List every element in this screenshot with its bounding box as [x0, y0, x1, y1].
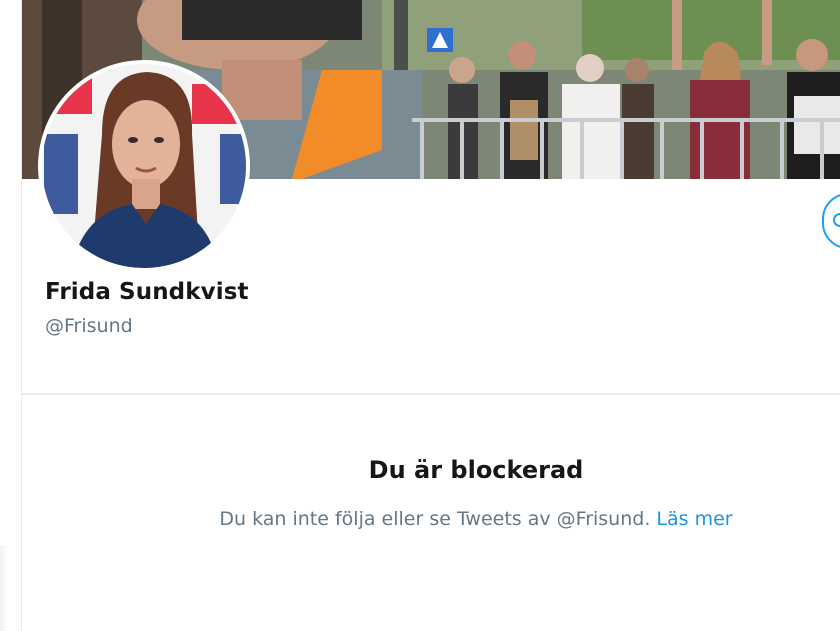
blocked-title: Du är blockerad [368, 456, 584, 484]
blocked-message: Du kan inte följa eller se Tweets av @Fr… [219, 508, 651, 530]
profile-display-name: Frida Sundkvist [45, 279, 249, 305]
blocked-message-line: Du kan inte följa eller se Tweets av @Fr… [22, 508, 840, 530]
left-gutter [0, 0, 21, 631]
profile-handle: @Frisund [45, 315, 133, 337]
gutter-shadow [0, 545, 8, 631]
follow-options-button[interactable] [822, 193, 840, 249]
learn-more-link[interactable]: Läs mer [656, 508, 732, 530]
circle-icon [833, 213, 840, 227]
section-divider [22, 393, 840, 395]
profile-avatar[interactable] [38, 60, 250, 272]
avatar-image [42, 64, 246, 268]
profile-page: Frida Sundkvist @Frisund Du är blockerad… [0, 0, 840, 631]
